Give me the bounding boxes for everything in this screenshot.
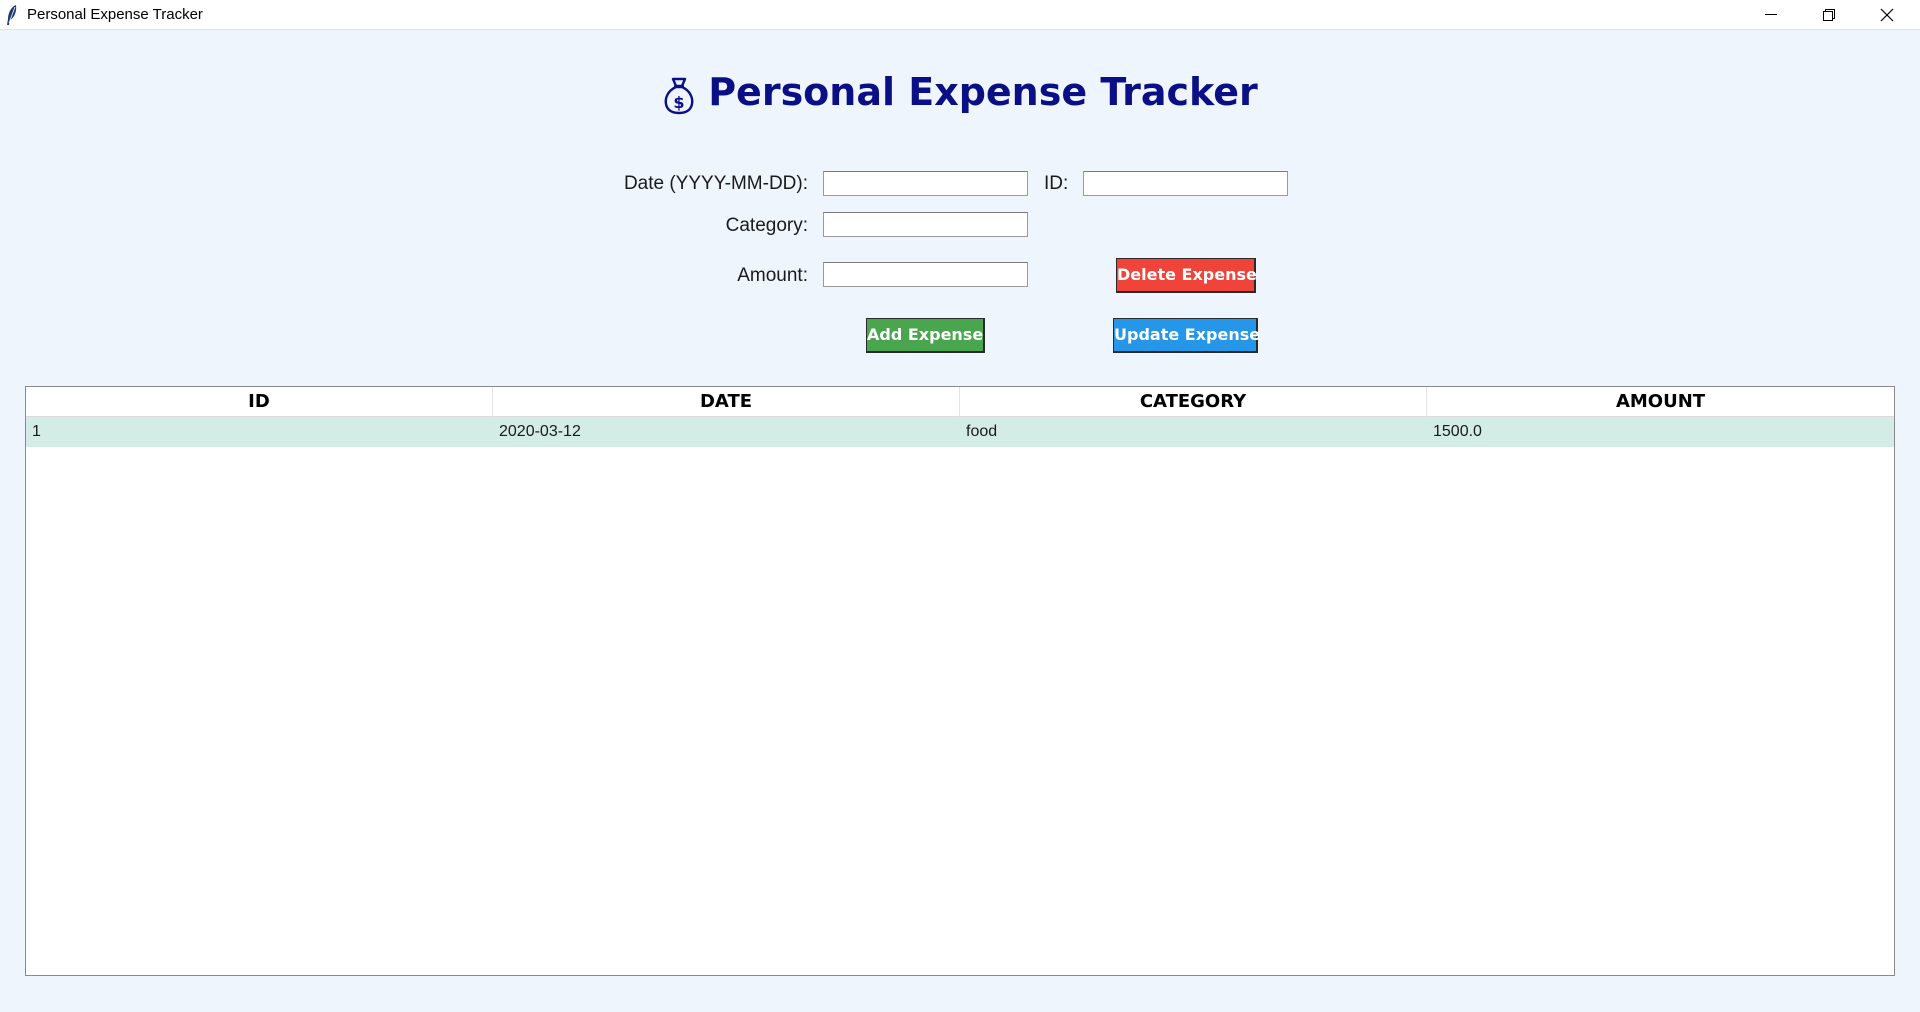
delete-expense-button[interactable]: Delete Expense — [1116, 258, 1257, 293]
add-expense-button[interactable]: Add Expense — [866, 318, 985, 353]
amount-label: Amount: — [737, 265, 808, 286]
amount-input[interactable] — [823, 262, 1028, 287]
column-header-date[interactable]: DATE — [493, 387, 960, 417]
id-label: ID: — [1044, 173, 1069, 194]
table-body: 1 2020-03-12 food 1500.0 — [26, 417, 1894, 447]
minimize-icon — [1765, 14, 1777, 15]
svg-text:$: $ — [674, 93, 685, 112]
category-input[interactable] — [823, 212, 1028, 237]
date-input[interactable] — [823, 171, 1028, 196]
cell-category: food — [966, 423, 998, 440]
page-title-text: Personal Expense Tracker — [708, 70, 1258, 114]
expense-table[interactable]: ID DATE CATEGORY AMOUNT 1 2020-03-12 foo… — [25, 386, 1895, 976]
window-titlebar: Personal Expense Tracker — [0, 0, 1920, 30]
feather-icon — [7, 5, 17, 25]
column-header-id[interactable]: ID — [26, 387, 493, 417]
close-icon — [1880, 8, 1894, 22]
restore-button[interactable] — [1800, 0, 1858, 30]
id-input[interactable] — [1083, 171, 1288, 196]
table-header: ID DATE CATEGORY AMOUNT — [26, 387, 1894, 417]
update-expense-button[interactable]: Update Expense — [1113, 318, 1260, 353]
restore-icon — [1823, 9, 1835, 21]
minimize-button[interactable] — [1742, 0, 1800, 30]
close-button[interactable] — [1858, 0, 1916, 30]
category-label: Category: — [725, 215, 808, 236]
page-title: $ Personal Expense Tracker — [0, 70, 1920, 130]
window-title: Personal Expense Tracker — [27, 6, 203, 23]
column-header-amount[interactable]: AMOUNT — [1427, 387, 1894, 417]
table-row[interactable]: 1 2020-03-12 food 1500.0 — [26, 417, 1894, 447]
cell-date: 2020-03-12 — [499, 423, 581, 440]
cell-id: 1 — [32, 423, 41, 440]
cell-amount: 1500.0 — [1433, 423, 1482, 440]
date-label: Date (YYYY-MM-DD): — [623, 173, 808, 194]
money-bag-icon: $ — [664, 77, 694, 115]
column-header-category[interactable]: CATEGORY — [960, 387, 1427, 417]
